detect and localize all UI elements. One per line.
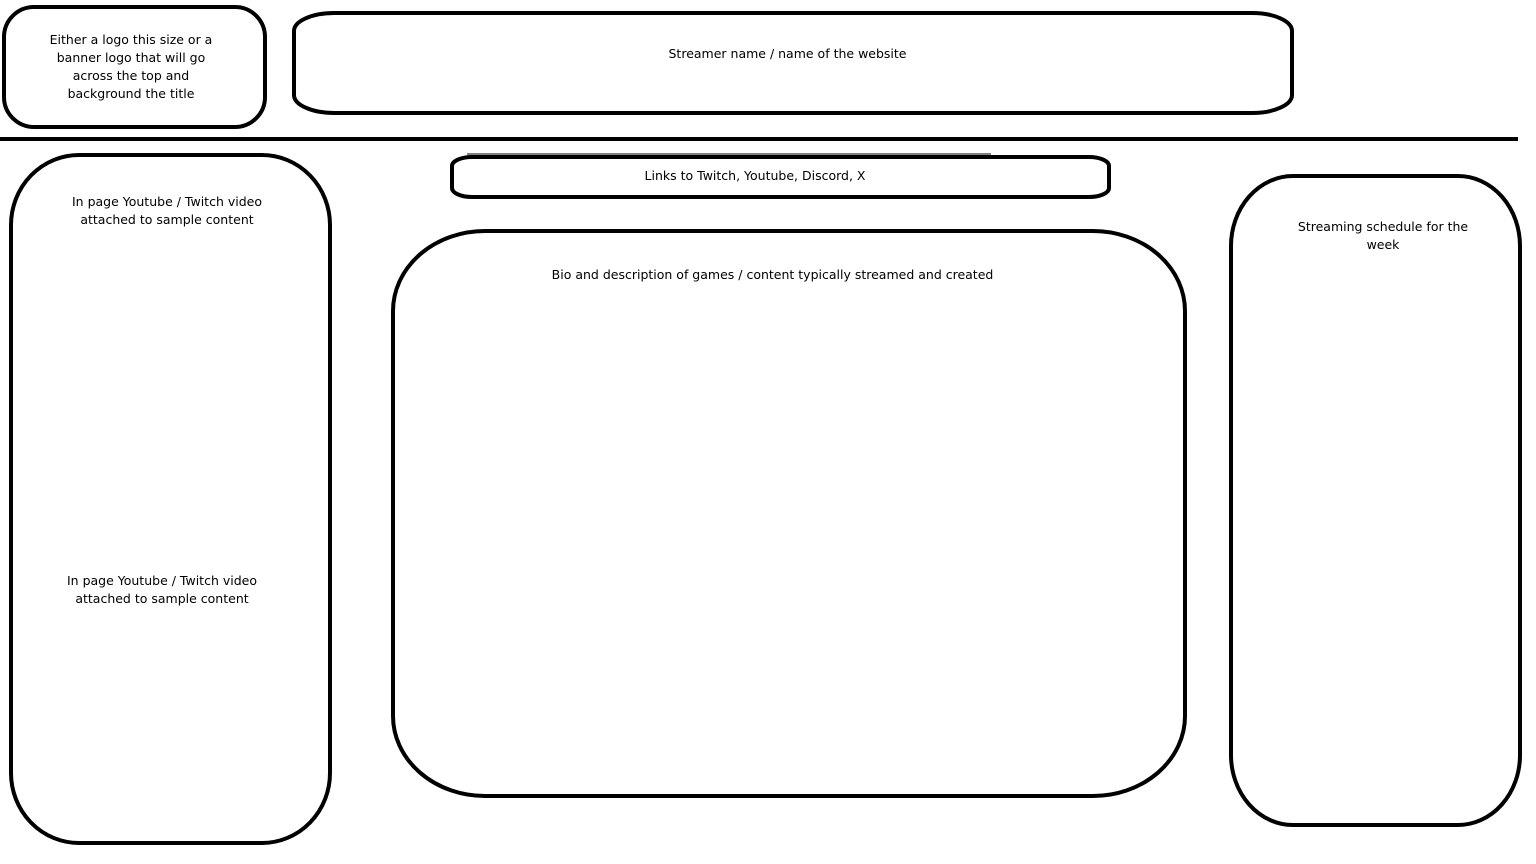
- video-1-label: In page Youtube / Twitch video attached …: [71, 194, 262, 227]
- video-column-box: [9, 153, 332, 845]
- links-box-label: Links to Twitch, Youtube, Discord, X: [644, 168, 866, 183]
- video-2-label: In page Youtube / Twitch video attached …: [66, 573, 257, 606]
- title-box: [292, 11, 1294, 115]
- wireframe-canvas: [0, 5, 1522, 845]
- bio-box-label: Bio and description of games / content t…: [551, 267, 994, 282]
- logo-box-label: Either a logo this size or a banner logo…: [49, 32, 213, 101]
- title-box-label: Streamer name / name of the website: [668, 46, 907, 61]
- bio-box: [391, 229, 1187, 798]
- schedule-box-label: Streaming schedule for the week: [1297, 219, 1469, 252]
- schedule-box: [1229, 174, 1522, 827]
